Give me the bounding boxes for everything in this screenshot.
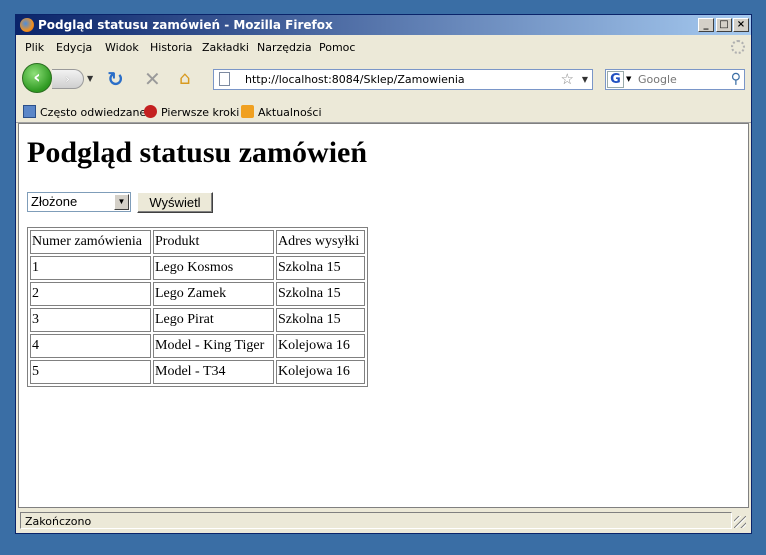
window-title: Podgląd statusu zamówień - Mozilla Firef… xyxy=(38,18,333,32)
table-cell: Model - King Tiger xyxy=(153,334,274,358)
navigation-toolbar: ‹ › ▼ ↻ ✕ ⌂ http://localhost:8084/Sklep/… xyxy=(16,59,751,99)
status-panel: Zakończono xyxy=(20,512,732,529)
table-header-cell: Numer zamówienia xyxy=(30,230,151,254)
chevron-down-icon[interactable]: ▼ xyxy=(114,194,129,210)
bookmark-most-visited[interactable]: Często odwiedzane xyxy=(23,105,146,119)
orders-table: Numer zamówienia Produkt Adres wysyłki 1… xyxy=(27,227,368,387)
throbber-icon xyxy=(731,40,745,54)
table-header-cell: Produkt xyxy=(153,230,274,254)
google-engine-icon[interactable]: G xyxy=(607,71,624,88)
table-cell: Lego Zamek xyxy=(153,282,274,306)
back-arrow-icon: ‹ xyxy=(33,67,41,88)
status-bar: Zakończono xyxy=(18,511,749,531)
status-text: Zakończono xyxy=(25,515,92,528)
table-row: 2 Lego Zamek Szkolna 15 xyxy=(30,282,365,306)
menu-edycja[interactable]: Edycja xyxy=(56,41,92,54)
table-cell: 2 xyxy=(30,282,151,306)
page-icon xyxy=(219,72,230,86)
address-bar[interactable]: http://localhost:8084/Sklep/Zamowienia ☆… xyxy=(213,69,593,90)
url-dropdown-icon[interactable]: ▼ xyxy=(582,75,588,84)
table-row: 4 Model - King Tiger Kolejowa 16 xyxy=(30,334,365,358)
url-text[interactable]: http://localhost:8084/Sklep/Zamowienia xyxy=(245,73,465,86)
title-bar[interactable]: Podgląd statusu zamówień - Mozilla Firef… xyxy=(16,15,751,35)
table-cell: 1 xyxy=(30,256,151,280)
table-cell: 4 xyxy=(30,334,151,358)
status-select[interactable]: Złożone ▼ xyxy=(27,192,131,212)
menu-narzedzia[interactable]: Narzędzia xyxy=(257,41,312,54)
menu-bar: Plik Edycja Widok Historia Zakładki Narz… xyxy=(16,36,751,58)
engine-dropdown-icon[interactable]: ▼ xyxy=(626,75,631,83)
back-button[interactable]: ‹ xyxy=(22,63,52,93)
menu-pomoc[interactable]: Pomoc xyxy=(319,41,355,54)
stop-icon[interactable]: ✕ xyxy=(144,68,161,90)
browser-window: Podgląd statusu zamówień - Mozilla Firef… xyxy=(15,14,752,534)
show-button[interactable]: Wyświetl xyxy=(137,192,213,213)
table-cell: Lego Pirat xyxy=(153,308,274,332)
resize-grip-icon[interactable] xyxy=(734,516,746,528)
search-input[interactable] xyxy=(638,72,722,86)
reload-icon[interactable]: ↻ xyxy=(107,68,124,90)
firefox-logo-icon xyxy=(20,18,34,32)
status-select-value: Złożone xyxy=(31,194,78,209)
home-icon[interactable]: ⌂ xyxy=(179,68,190,90)
bookmark-news[interactable]: Aktualności xyxy=(241,105,322,119)
page-title: Podgląd statusu zamówień xyxy=(27,136,368,169)
table-header-row: Numer zamówienia Produkt Adres wysyłki xyxy=(30,230,365,254)
history-dropdown-icon[interactable]: ▼ xyxy=(87,74,93,83)
table-row: 5 Model - T34 Kolejowa 16 xyxy=(30,360,365,384)
table-cell: Szkolna 15 xyxy=(276,282,365,306)
table-header-cell: Adres wysyłki xyxy=(276,230,365,254)
star-icon[interactable]: ☆ xyxy=(561,70,574,88)
minimize-button[interactable]: _ xyxy=(698,18,714,32)
table-cell: Kolejowa 16 xyxy=(276,334,365,358)
table-cell: 5 xyxy=(30,360,151,384)
maximize-button[interactable]: □ xyxy=(716,18,732,32)
table-cell: Kolejowa 16 xyxy=(276,360,365,384)
table-row: 3 Lego Pirat Szkolna 15 xyxy=(30,308,365,332)
table-row: 1 Lego Kosmos Szkolna 15 xyxy=(30,256,365,280)
search-box: G ▼ ⚲ xyxy=(605,69,745,90)
bookmark-getting-started[interactable]: Pierwsze kroki xyxy=(144,105,239,119)
menu-plik[interactable]: Plik xyxy=(25,41,44,54)
rss-feed-icon xyxy=(241,105,254,118)
forward-arrow-icon: › xyxy=(65,72,70,86)
table-cell: Model - T34 xyxy=(153,360,274,384)
menu-historia[interactable]: Historia xyxy=(150,41,192,54)
magnifier-icon[interactable]: ⚲ xyxy=(731,71,741,87)
menu-zakladki[interactable]: Zakładki xyxy=(202,41,249,54)
forward-button[interactable]: › xyxy=(52,69,84,89)
table-cell: Szkolna 15 xyxy=(276,256,365,280)
page-content: Podgląd statusu zamówień Złożone ▼ Wyświ… xyxy=(18,123,749,508)
table-cell: Lego Kosmos xyxy=(153,256,274,280)
close-button[interactable]: × xyxy=(733,18,749,32)
table-cell: Szkolna 15 xyxy=(276,308,365,332)
menu-widok[interactable]: Widok xyxy=(105,41,139,54)
table-cell: 3 xyxy=(30,308,151,332)
bookmarks-toolbar: Często odwiedzane Pierwsze kroki Aktualn… xyxy=(16,100,751,123)
most-visited-icon xyxy=(23,105,36,118)
firefox-red-icon xyxy=(144,105,157,118)
